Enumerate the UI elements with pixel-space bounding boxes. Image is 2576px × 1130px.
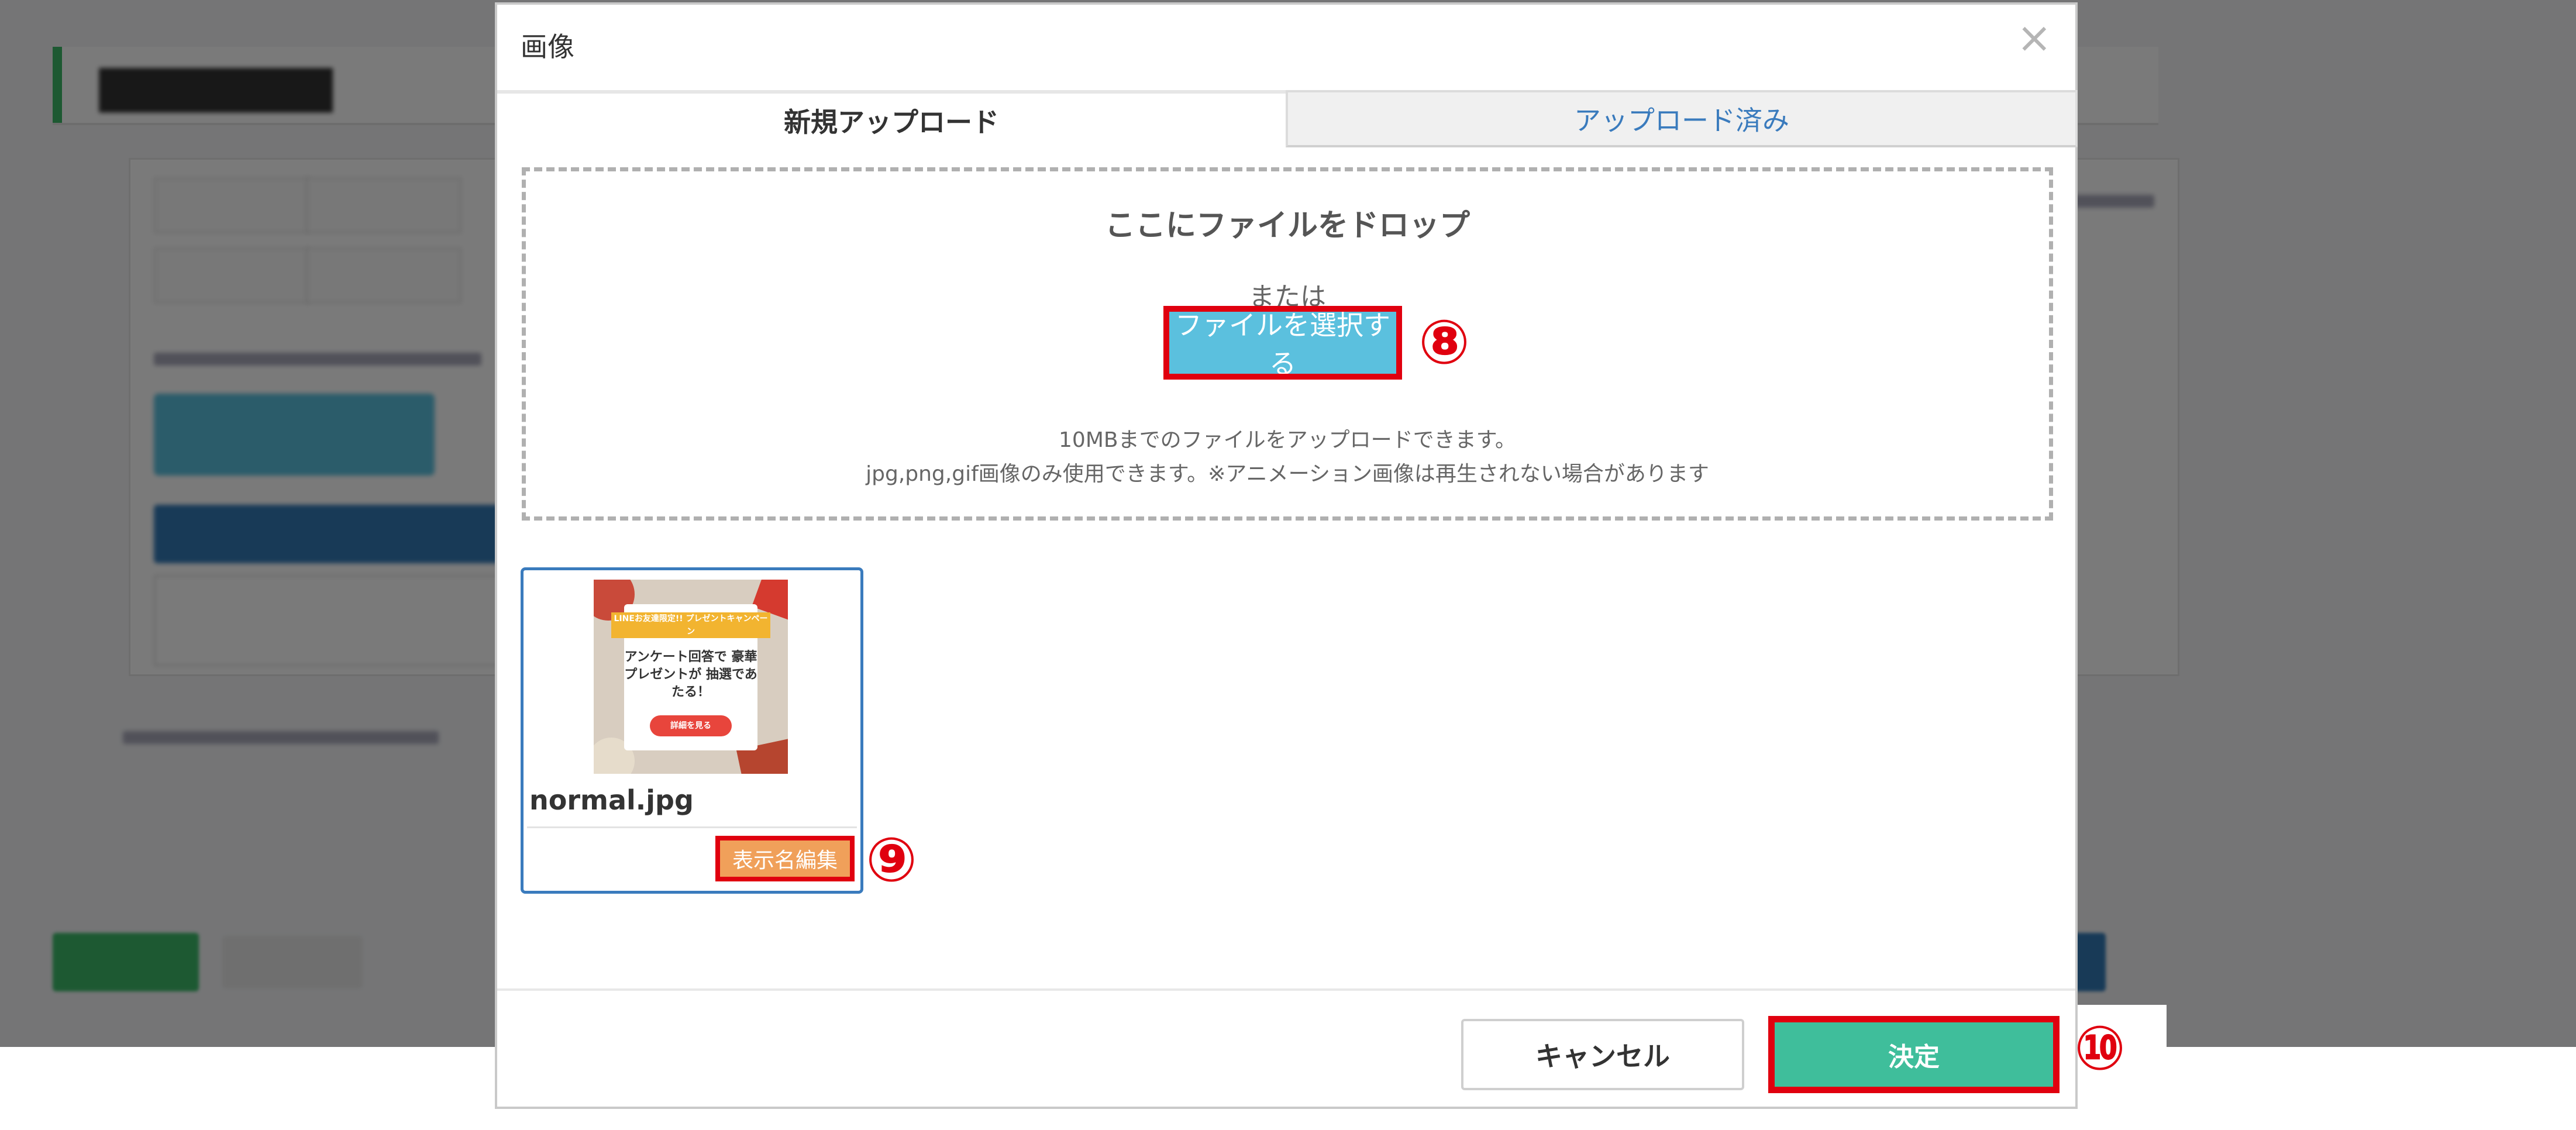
thumbnail-pill: 詳細を見る: [650, 715, 732, 736]
cancel-button[interactable]: キャンセル: [1461, 1019, 1744, 1090]
modal-title: 画像: [521, 31, 574, 63]
file-dropzone[interactable]: ここにファイルをドロップ または ファイルを選択する ⑧ 10MBまでのファイル…: [522, 167, 2053, 521]
rename-display-name-button[interactable]: 表示名編集: [715, 836, 855, 881]
dropzone-title: ここにファイルをドロップ: [1104, 208, 1470, 243]
file-name: normal.jpg: [529, 784, 694, 816]
select-file-button[interactable]: ファイルを選択する: [1163, 306, 1402, 380]
step-marker-10: ⑩: [2074, 1012, 2126, 1084]
image-modal: 画像 × 新規アップロード アップロード済み ここにファイルをドロップ または …: [495, 2, 2078, 1109]
step-marker-9: ⑨: [866, 824, 918, 895]
modal-header: 画像 ×: [497, 5, 2075, 87]
step-marker-8: ⑧: [1418, 306, 1470, 378]
dropzone-types-note: jpg,png,gif画像のみ使用できます。※アニメーション画像は再生されない場…: [866, 462, 1709, 486]
thumbnail-body-text: アンケート回答で 豪華プレゼントが 抽選であたる！: [624, 650, 757, 700]
thumbnail-ribbon-text: LINEお友達限定!! プレゼントキャンペーン: [614, 614, 768, 636]
modal-footer: キャンセル 決定: [497, 988, 2075, 1111]
card-divider: [527, 826, 857, 828]
tab-uploaded[interactable]: アップロード済み: [1286, 90, 2078, 147]
tab-new-upload[interactable]: 新規アップロード: [497, 90, 1286, 147]
ok-button[interactable]: 決定: [1768, 1016, 2060, 1093]
modal-tabs: 新規アップロード アップロード済み: [497, 90, 2078, 147]
dropzone-size-note: 10MBまでのファイルをアップロードできます。: [1059, 428, 1516, 452]
uploaded-file-card[interactable]: LINEお友達限定!! プレゼントキャンペーン アンケート回答で 豪華プレゼント…: [521, 567, 863, 894]
file-thumbnail: LINEお友達限定!! プレゼントキャンペーン アンケート回答で 豪華プレゼント…: [594, 580, 788, 774]
close-icon[interactable]: ×: [2017, 16, 2052, 58]
